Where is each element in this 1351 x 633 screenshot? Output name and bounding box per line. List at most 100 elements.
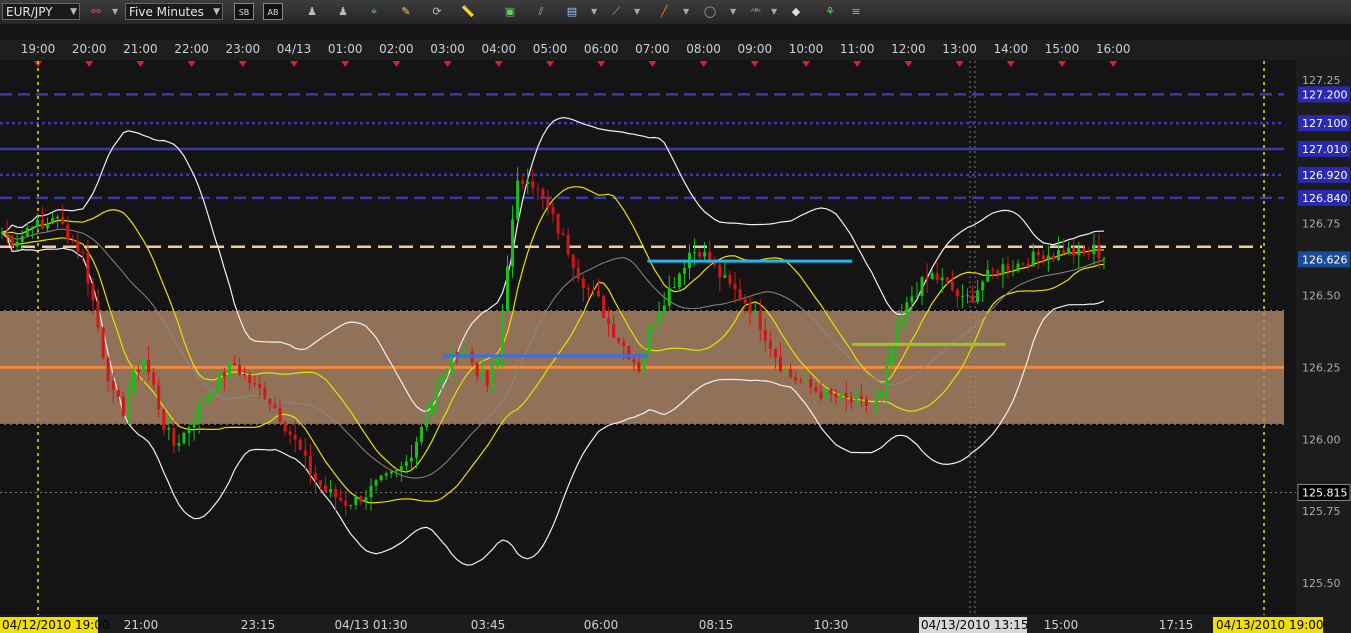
- candle-body: [222, 372, 226, 377]
- chevron-down-icon: ▼: [70, 7, 77, 17]
- candle-body: [804, 378, 808, 382]
- candle-body: [329, 489, 333, 492]
- candle-body: [814, 387, 818, 392]
- candle-body: [733, 283, 737, 290]
- candle-body: [293, 434, 297, 440]
- candle-body: [844, 393, 848, 398]
- person-search-icon[interactable]: ♟: [333, 3, 353, 20]
- chevron-down-icon[interactable]: ▼: [730, 7, 736, 16]
- chevron-down-icon[interactable]: ▼: [591, 7, 597, 16]
- chevron-down-icon[interactable]: ▼: [112, 7, 118, 16]
- candle-body: [339, 497, 343, 501]
- candle-body: [824, 389, 828, 399]
- chevron-down-icon[interactable]: ▼: [771, 7, 777, 16]
- candle-body: [581, 278, 585, 289]
- top-axis-tick-label: 01:00: [328, 42, 363, 56]
- candle-body: [875, 397, 879, 405]
- candle-body: [318, 480, 322, 486]
- candle-body: [915, 295, 919, 297]
- refresh-icon[interactable]: ⟳: [427, 3, 447, 20]
- price-chart[interactable]: 19:00 20:00 21:00 22:00 23:00 04/13 01:00 02:00…: [0, 24, 1351, 633]
- candle-body: [981, 281, 985, 291]
- price-tick-label: 126.75: [1302, 218, 1341, 231]
- candle-body: [748, 303, 752, 314]
- chevron-down-icon[interactable]: ▼: [683, 7, 689, 16]
- candle-body: [617, 337, 621, 342]
- candle-body: [455, 352, 459, 355]
- menu-icon[interactable]: ≡: [846, 3, 866, 20]
- candle-body: [207, 394, 211, 402]
- candle-body: [960, 295, 964, 297]
- candle-body: [76, 240, 80, 252]
- candle-body: [369, 485, 373, 498]
- candle-body: [880, 392, 884, 398]
- candle-body: [561, 233, 565, 235]
- pencil-icon[interactable]: ╱: [654, 3, 674, 20]
- candle-body: [890, 346, 894, 366]
- top-axis-tick-label: 10:00: [789, 42, 824, 56]
- candle-body: [167, 427, 171, 430]
- ellipse-icon[interactable]: ◯: [700, 3, 720, 20]
- price-tick-label: 126.00: [1302, 433, 1341, 446]
- top-axis-tick-label: 12:00: [891, 42, 926, 56]
- crosshair-price-label: 125.815: [1302, 486, 1348, 499]
- candle-body: [632, 359, 636, 363]
- unlink-icon[interactable]: ⚯: [86, 3, 106, 20]
- candle-body: [531, 181, 535, 189]
- candle-body: [258, 383, 262, 389]
- fan-icon[interactable]: ⟋: [606, 3, 626, 20]
- tree-icon[interactable]: ⚘: [820, 3, 840, 20]
- text-icon[interactable]: ᴬᴮᶜ: [746, 3, 766, 20]
- crosshair-icon[interactable]: ⌖: [364, 3, 384, 20]
- top-axis-tick-label: 21:00: [123, 42, 158, 56]
- candle-body: [1072, 247, 1076, 256]
- candle-body: [288, 431, 292, 435]
- candle-body: [283, 422, 287, 432]
- channel-icon[interactable]: ⫽: [531, 3, 551, 20]
- candle-body: [263, 388, 267, 399]
- candle-body: [622, 341, 626, 347]
- price-tick-label: 126.50: [1302, 290, 1341, 303]
- candle-body: [359, 496, 363, 503]
- eraser-icon[interactable]: ◆: [786, 3, 806, 20]
- bottom-axis-tick-label: 06:00: [584, 618, 619, 632]
- single-bar-button[interactable]: SB: [234, 3, 254, 20]
- picture-icon[interactable]: ▣: [500, 3, 520, 20]
- person-icon[interactable]: ♟: [302, 3, 322, 20]
- comment-icon[interactable]: ✎: [396, 3, 416, 20]
- candle-body: [172, 427, 176, 446]
- candle-body: [435, 384, 439, 401]
- top-axis-tick-label: 02:00: [379, 42, 414, 56]
- candle-body: [430, 400, 434, 415]
- candle-body: [162, 409, 166, 430]
- candle-body: [784, 368, 788, 372]
- timeframe-select[interactable]: Five Minutes ▼: [125, 3, 223, 20]
- candle-body: [243, 374, 247, 376]
- ruler-icon[interactable]: 📏: [458, 3, 478, 20]
- candle-body: [334, 489, 338, 498]
- candle-body: [25, 227, 29, 237]
- symbol-select[interactable]: EUR/JPY ▼: [2, 3, 80, 20]
- all-bars-button[interactable]: AB: [263, 3, 283, 20]
- candle-body: [834, 393, 838, 398]
- toolbar: EUR/JPY ▼ ⚯ ▼ Five Minutes ▼ SB AB ♟ ♟ ⌖…: [0, 0, 1351, 24]
- candle-body: [763, 330, 767, 341]
- chevron-down-icon[interactable]: ▼: [634, 7, 640, 16]
- bottom-axis-tick-label: 08:15: [699, 618, 734, 632]
- candle-body: [10, 235, 14, 247]
- level-price-label: 126.840: [1302, 192, 1348, 205]
- candle-body: [308, 455, 312, 474]
- candle-body: [238, 364, 242, 375]
- candle-body: [0, 232, 4, 234]
- indicator-icon[interactable]: ▤: [562, 3, 582, 20]
- candle-body: [910, 296, 914, 303]
- candle-body: [869, 404, 873, 407]
- candle-body: [662, 305, 666, 312]
- candle-body: [1041, 255, 1045, 260]
- candle-body: [101, 327, 105, 358]
- top-axis-tick-label: 19:00: [21, 42, 56, 56]
- candle-body: [147, 359, 151, 373]
- candle-body: [955, 289, 959, 297]
- candle-body: [91, 283, 95, 301]
- candle-body: [738, 289, 742, 299]
